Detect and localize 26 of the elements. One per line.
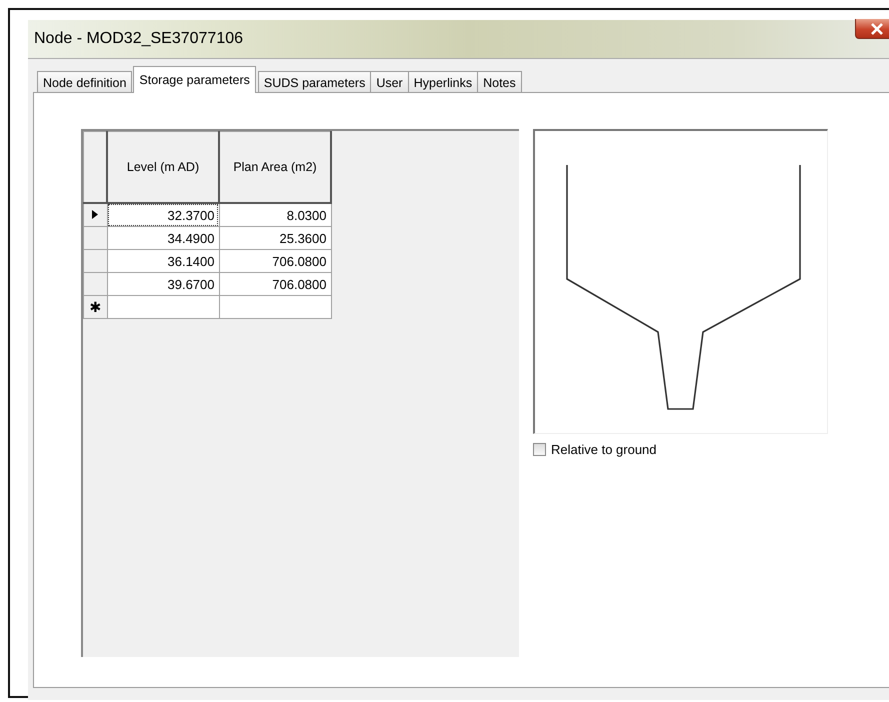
table-cell[interactable] [107,296,219,318]
table-cell[interactable]: 39.6700 [107,272,219,296]
close-button[interactable] [855,19,889,39]
checkbox-label[interactable]: Relative to ground [551,442,657,457]
tab[interactable]: Node definition [37,71,132,93]
row-header[interactable] [84,203,107,226]
tab[interactable]: SUDS parameters [258,71,372,93]
new-row-marker[interactable]: ✱ [84,296,107,318]
row-pointer-icon [92,210,98,219]
table-cell[interactable]: 36.1400 [107,250,219,272]
close-icon [870,22,884,34]
tab[interactable]: User [370,71,409,93]
table-cell[interactable]: 34.4900 [107,226,219,250]
column-header[interactable]: Plan Area (m2) [219,132,331,203]
tab[interactable]: Storage parameters [133,66,256,93]
table-cell[interactable]: 25.3600 [219,226,331,250]
tab[interactable]: Notes [477,71,522,93]
tab[interactable]: Hyperlinks [408,71,478,93]
column-header[interactable]: Level (m AD) [107,132,219,203]
checkbox[interactable] [533,443,546,456]
table-cell[interactable]: 706.0800 [219,250,331,272]
table-cell[interactable]: 706.0800 [219,272,331,296]
table-cell[interactable] [219,296,331,318]
table-cell[interactable]: 32.3700 [107,203,219,226]
window-title: Node - MOD32_SE37077106 [34,30,244,48]
table-cell[interactable]: 8.0300 [219,203,331,226]
